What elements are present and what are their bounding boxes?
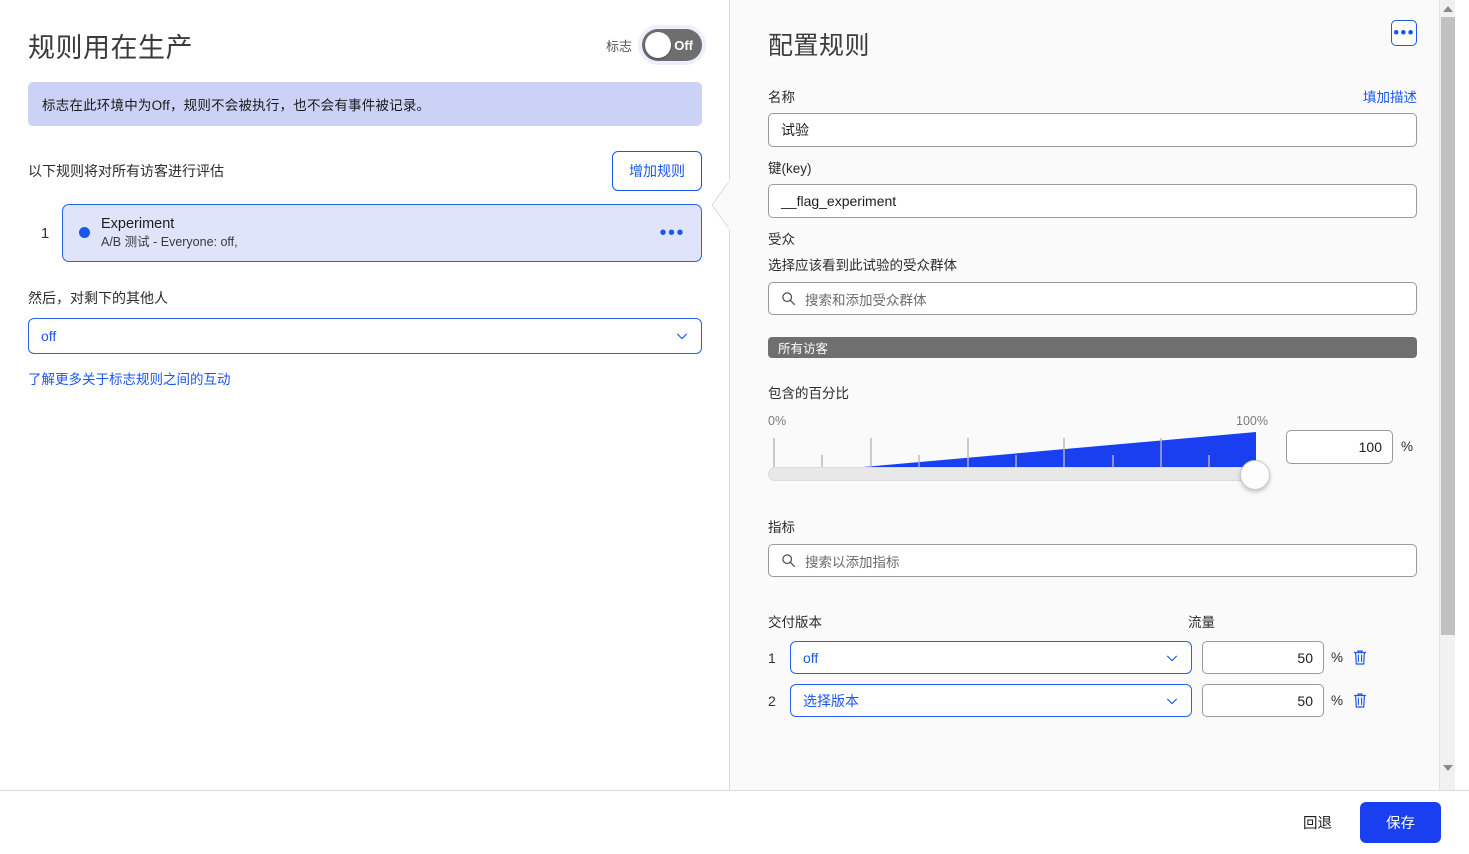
rules-caption: 以下规则将对所有访客进行评估 (28, 163, 224, 179)
flag-off-info-banner: 标志在此环境中为Off，规则不会被执行，也不会有事件被记录。 (28, 82, 702, 126)
fallthrough-select[interactable]: off (28, 318, 702, 355)
panel-pointer-icon (711, 178, 731, 232)
rules-panel: 规则用在生产 标志 Off 标志在此环境中为Off，规则不会被执行，也不会有事件… (0, 0, 730, 790)
variant-traffic-input[interactable] (1202, 684, 1324, 717)
triangle-down-icon (1443, 764, 1453, 771)
key-field-header: 键(key) (768, 157, 1417, 177)
metrics-label: 指标 (768, 520, 795, 535)
search-icon (782, 292, 796, 306)
search-icon (782, 554, 796, 568)
scroll-up-button[interactable] (1440, 0, 1455, 17)
rule-config-panel: 配置规则 ••• 名称 填加描述 键(key) 受众 选择应该看到此试验的受众群… (730, 0, 1455, 790)
variant-row: 1 off % (768, 641, 1417, 674)
chevron-down-icon (1167, 655, 1177, 661)
delete-icon[interactable] (1352, 649, 1368, 666)
name-label: 名称 (768, 90, 795, 105)
slider-end-labels: 0% 100% (768, 414, 1268, 428)
rule-card-texts: Experiment A/B 测试 - Everyone: off, (101, 215, 659, 250)
variant-index: 2 (768, 692, 776, 709)
key-label: 键(key) (768, 161, 812, 176)
slider-max-label: 100% (1236, 414, 1268, 428)
app-root: 规则用在生产 标志 Off 标志在此环境中为Off，规则不会被执行，也不会有事件… (0, 0, 1469, 854)
variant-select[interactable]: off (790, 641, 1192, 674)
rule-overflow-menu-icon[interactable]: ••• (659, 223, 685, 243)
variants-table-header: 交付版本 流量 (768, 611, 1417, 631)
rule-index: 1 (40, 224, 50, 242)
left-panel-header: 规则用在生产 标志 Off (28, 0, 702, 74)
config-panel-header: 配置规则 ••• (768, 14, 1417, 76)
audience-search-placeholder: 搜索和添加受众群体 (805, 292, 927, 308)
metrics-search-field[interactable]: 搜索以添加指标 (768, 544, 1417, 577)
audience-field-header: 受众 (768, 228, 1417, 248)
variant-traffic-input[interactable] (1202, 641, 1324, 674)
slider-thumb[interactable] (1240, 460, 1270, 490)
percentage-input[interactable] (1286, 430, 1393, 464)
name-field-header: 名称 填加描述 (768, 86, 1417, 106)
toggle-state-label: Off (674, 37, 693, 53)
rule-card-experiment[interactable]: Experiment A/B 测试 - Everyone: off, ••• (62, 204, 702, 263)
rule-subtitle: A/B 测试 - Everyone: off, (101, 235, 238, 250)
audience-group-label: 所有访客 (778, 342, 829, 356)
flag-toggle-label: 标志 (605, 38, 632, 54)
chevron-down-icon (1167, 698, 1177, 704)
learn-more-link[interactable]: 了解更多关于标志规则之间的互动 (28, 368, 231, 388)
variant-traffic-unit: % (1331, 693, 1344, 708)
rules-header-row: 以下规则将对所有访客进行评估 增加规则 (28, 151, 702, 191)
audience-description: 选择应该看到此试验的受众群体 (768, 258, 957, 273)
config-panel-title: 配置规则 (768, 32, 871, 60)
slider-graph[interactable] (768, 430, 1270, 490)
config-overflow-menu-button[interactable]: ••• (1391, 20, 1417, 46)
key-input[interactable] (768, 184, 1417, 218)
right-edge-strip (1455, 0, 1469, 790)
percentage-unit: % (1401, 439, 1414, 454)
chevron-down-icon (677, 334, 687, 340)
slider-min-label: 0% (768, 414, 787, 428)
rule-list-item: 1 Experiment A/B 测试 - Everyone: off, ••• (28, 204, 702, 263)
audience-group-bar: 所有访客 (768, 337, 1417, 358)
fallthrough-select-value: off (41, 328, 57, 345)
revert-button[interactable]: 回退 (1297, 804, 1338, 841)
variant-select[interactable]: 选择版本 (790, 684, 1192, 717)
save-button[interactable]: 保存 (1360, 802, 1441, 843)
variant-select-value: off (803, 649, 819, 666)
variant-row: 2 选择版本 % (768, 684, 1417, 717)
add-rule-button[interactable]: 增加规则 (612, 151, 702, 191)
scroll-down-button[interactable] (1440, 759, 1455, 776)
name-input[interactable] (768, 113, 1417, 147)
traffic-column-label: 流量 (1188, 615, 1215, 630)
variant-index: 1 (768, 649, 776, 666)
clipped-footer-text (768, 731, 1417, 741)
variants-column-label: 交付版本 (768, 615, 822, 630)
percentage-slider-zone: 0% 100% (768, 414, 1270, 490)
fallthrough-label: 然后，对剩下的其他人 (28, 290, 168, 307)
variant-select-value: 选择版本 (803, 692, 859, 709)
footer-action-bar: 回退 保存 (0, 790, 1469, 854)
page-title: 规则用在生产 (28, 32, 193, 63)
add-description-link[interactable]: 填加描述 (1363, 86, 1417, 106)
flag-toggle-group: 标志 Off (606, 29, 702, 61)
metrics-search-placeholder: 搜索以添加指标 (805, 554, 900, 570)
right-panel-scrollbar[interactable] (1439, 0, 1455, 790)
audience-search-field[interactable]: 搜索和添加受众群体 (768, 282, 1417, 315)
slider-track[interactable] (768, 467, 1268, 481)
scrollbar-thumb[interactable] (1441, 17, 1455, 635)
ellipsis-icon: ••• (1393, 23, 1415, 42)
flag-toggle-switch[interactable]: Off (642, 29, 702, 61)
variant-traffic-unit: % (1331, 650, 1344, 665)
rule-title: Experiment (101, 216, 175, 232)
toggle-knob (645, 32, 671, 58)
audience-label: 受众 (768, 232, 795, 247)
percentage-slider-area: 0% 100% 100 % (768, 414, 1417, 490)
percentage-label: 包含的百分比 (768, 386, 849, 401)
rule-config-content: 配置规则 ••• 名称 填加描述 键(key) 受众 选择应该看到此试验的受众群… (730, 0, 1455, 741)
delete-icon[interactable] (1352, 692, 1368, 709)
rule-status-dot-icon (79, 227, 90, 239)
triangle-up-icon (1443, 5, 1453, 12)
